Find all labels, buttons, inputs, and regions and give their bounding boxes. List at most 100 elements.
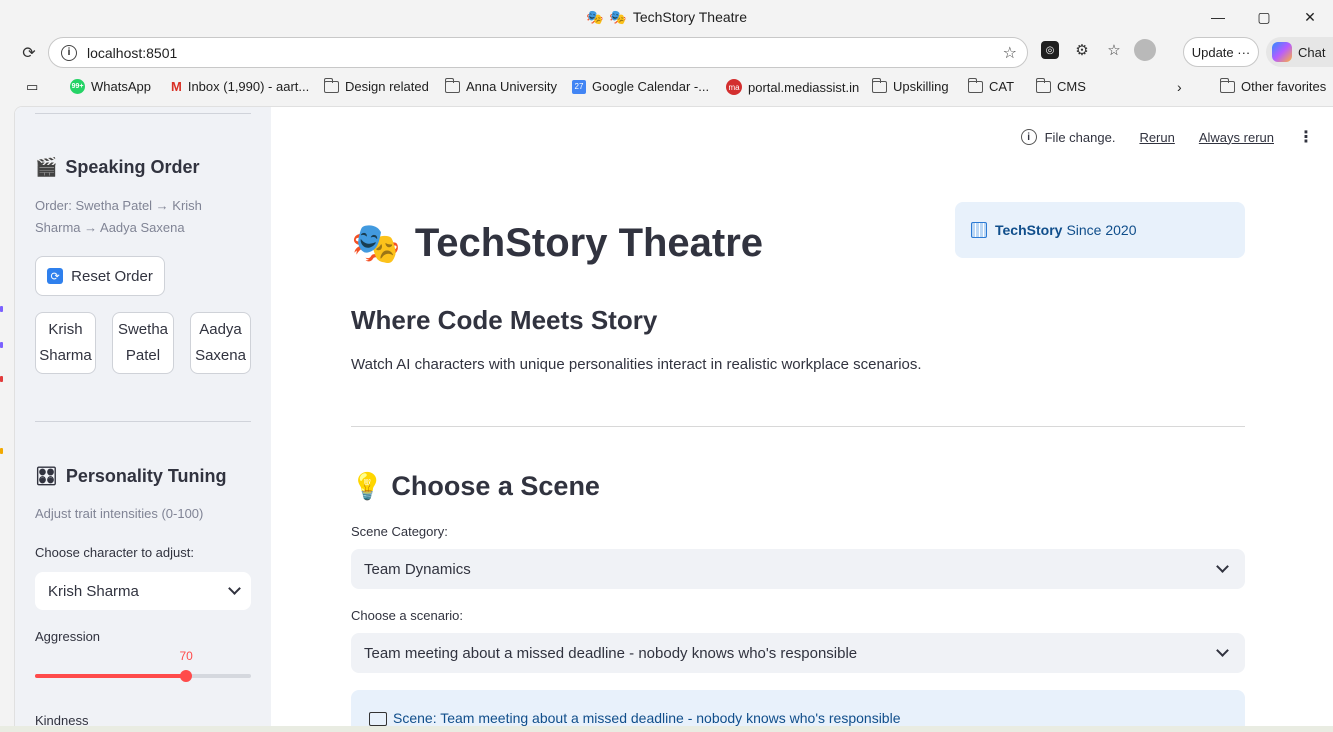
control-knobs-icon: 🎛 — [35, 466, 58, 486]
rerun-button[interactable]: Rerun — [1139, 130, 1174, 145]
chevron-right-icon[interactable]: › — [1177, 79, 1182, 95]
bookmark-mediassist[interactable]: ma portal.mediassist.in — [726, 79, 859, 95]
update-label: Update — [1191, 44, 1234, 60]
bookmark-label: portal.mediassist.in — [748, 79, 860, 95]
choose-scene-heading: 💡 Choose a Scene — [351, 471, 600, 502]
char-first-name: Swetha — [117, 321, 169, 338]
bookmark-cms[interactable]: CMS — [1035, 77, 1086, 94]
char-last-name: Patel — [125, 347, 161, 364]
clapperboard-icon: 🎬 — [35, 157, 58, 177]
minimize-button[interactable]: — — [1195, 0, 1241, 34]
bookmark-label: Anna University — [466, 79, 558, 94]
bookmark-google-calendar[interactable]: 27 Google Calendar -... — [572, 79, 709, 94]
page-title: 🎭 TechStory Theatre — [351, 220, 763, 267]
bookmark-design-related[interactable]: Design related — [323, 77, 429, 94]
scene-text: Scene: Team meeting about a missed deadl… — [393, 710, 901, 726]
bookmarks-bar: ▭ 99+ WhatsApp M Inbox (1,990) - aart...… — [0, 74, 1333, 102]
theatre-masks-icon: 🎭 — [585, 8, 604, 25]
character-select[interactable]: Krish Sharma — [35, 572, 251, 610]
extension-icons: ◎ ⚙ ☆ — [1038, 38, 1156, 62]
select-value: Team meeting about a missed deadline - n… — [364, 644, 858, 662]
page-subtitle: Where Code Meets Story — [351, 305, 658, 335]
streamlit-status-bar: i File change. Rerun Always rerun ⋮ — [1020, 127, 1314, 147]
aggression-label: Aggression — [35, 629, 101, 644]
heading-text: Personality Tuning — [65, 466, 227, 486]
maximize-button[interactable]: ▢ — [1241, 0, 1287, 34]
bookmark-label: CAT — [989, 79, 1015, 94]
scenario-select[interactable]: Team meeting about a missed deadline - n… — [351, 633, 1245, 673]
speaking-order-heading: 🎬 Speaking Order — [35, 157, 199, 178]
mediassist-icon: ma — [726, 79, 742, 95]
refresh-icon: ⟳ — [47, 268, 64, 284]
bookmark-cat[interactable]: CAT — [967, 77, 1015, 94]
bookmark-label: CMS — [1057, 79, 1086, 94]
extension-icon[interactable]: ◎ — [1041, 41, 1059, 59]
copilot-chat-button[interactable]: Chat — [1266, 37, 1333, 67]
reset-order-button[interactable]: ⟳ Reset Order — [35, 256, 165, 296]
taskbar-edge — [0, 726, 1333, 732]
close-button[interactable]: ✕ — [1287, 0, 1333, 34]
bookmark-label: Other favorites — [1241, 79, 1327, 94]
aggression-value: 70 — [179, 649, 193, 663]
theatre-masks-icon: 🎭 — [351, 222, 401, 266]
slider-thumb[interactable] — [180, 670, 193, 682]
window-title-bar: 🎭 🎭 TechStory Theatre — ▢ ✕ — [0, 0, 1333, 34]
favorite-star-icon[interactable]: ☆ — [1003, 43, 1017, 63]
folder-icon — [967, 77, 983, 93]
bookmark-label: Upskilling — [893, 79, 949, 94]
bookmark-whatsapp[interactable]: 99+ WhatsApp — [70, 79, 151, 94]
browser-side-strip — [0, 106, 14, 732]
refresh-icon[interactable]: ⟳ — [14, 38, 44, 68]
favorites-icon[interactable]: ☆ — [1102, 38, 1126, 62]
badge-text: Since 2020 — [1066, 222, 1137, 238]
bookmark-inbox[interactable]: M Inbox (1,990) - aart... — [171, 79, 309, 94]
reading-view-icon[interactable]: ▭ — [26, 79, 38, 95]
heading-text: Choose a Scene — [391, 471, 600, 501]
trait-caption: Adjust trait intensities (0-100) — [35, 506, 204, 521]
bookmark-label: WhatsApp — [91, 79, 151, 94]
folder-icon — [1035, 77, 1051, 93]
main-menu-icon[interactable]: ⋮ — [1298, 127, 1314, 147]
select-value: Team Dynamics — [364, 560, 471, 578]
copilot-icon — [1272, 42, 1292, 62]
window-title: TechStory Theatre — [632, 9, 747, 25]
section-divider — [351, 426, 1245, 427]
bookmark-label: Design related — [345, 79, 429, 94]
chevron-down-icon — [1216, 560, 1229, 573]
info-icon: i — [1020, 129, 1037, 145]
character-button-swetha[interactable]: Swetha Patel — [112, 312, 174, 374]
lightbulb-icon: 💡 — [351, 471, 384, 501]
site-info-icon[interactable]: i — [61, 44, 77, 61]
aggression-slider[interactable] — [35, 670, 251, 682]
bookmark-label: Inbox (1,990) - aart... — [187, 79, 310, 94]
profile-avatar[interactable] — [1134, 39, 1156, 61]
bookmark-other-favorites[interactable]: Other favorites — [1219, 77, 1327, 94]
bookmark-anna-university[interactable]: Anna University — [444, 77, 558, 94]
theatre-masks-icon: 🎭 — [609, 8, 627, 25]
folder-icon — [1219, 77, 1235, 93]
character-button-krish[interactable]: Krish Sharma — [35, 312, 96, 374]
puzzle-extensions-icon[interactable]: ⚙ — [1070, 38, 1094, 62]
character-button-aadya[interactable]: Aadya Saxena — [190, 312, 251, 374]
edge-indicator — [0, 306, 3, 312]
personality-tuning-heading: 🎛 Personality Tuning — [35, 466, 227, 487]
book-icon — [369, 712, 387, 726]
title-text: TechStory Theatre — [414, 221, 764, 265]
window-controls: — ▢ ✕ — [1195, 0, 1333, 34]
since-badge: TechStory Since 2020 — [955, 202, 1245, 258]
bookmark-upskilling[interactable]: Upskilling — [871, 77, 949, 94]
button-label: Reset Order — [71, 267, 153, 285]
char-first-name: Krish — [48, 321, 83, 338]
bookmark-label: Google Calendar -... — [592, 79, 710, 94]
address-bar[interactable]: i localhost:8501 ☆ — [48, 37, 1028, 68]
edge-indicator — [0, 376, 3, 382]
update-button[interactable]: Update ··· — [1183, 37, 1259, 67]
gmail-icon: M — [171, 79, 182, 94]
sidebar-divider — [35, 421, 251, 422]
edge-indicator — [0, 448, 3, 454]
folder-icon — [444, 77, 460, 93]
heading-text: Speaking Order — [65, 157, 200, 177]
always-rerun-button[interactable]: Always rerun — [1199, 130, 1274, 145]
folder-icon — [323, 77, 339, 93]
scene-category-select[interactable]: Team Dynamics — [351, 549, 1245, 589]
